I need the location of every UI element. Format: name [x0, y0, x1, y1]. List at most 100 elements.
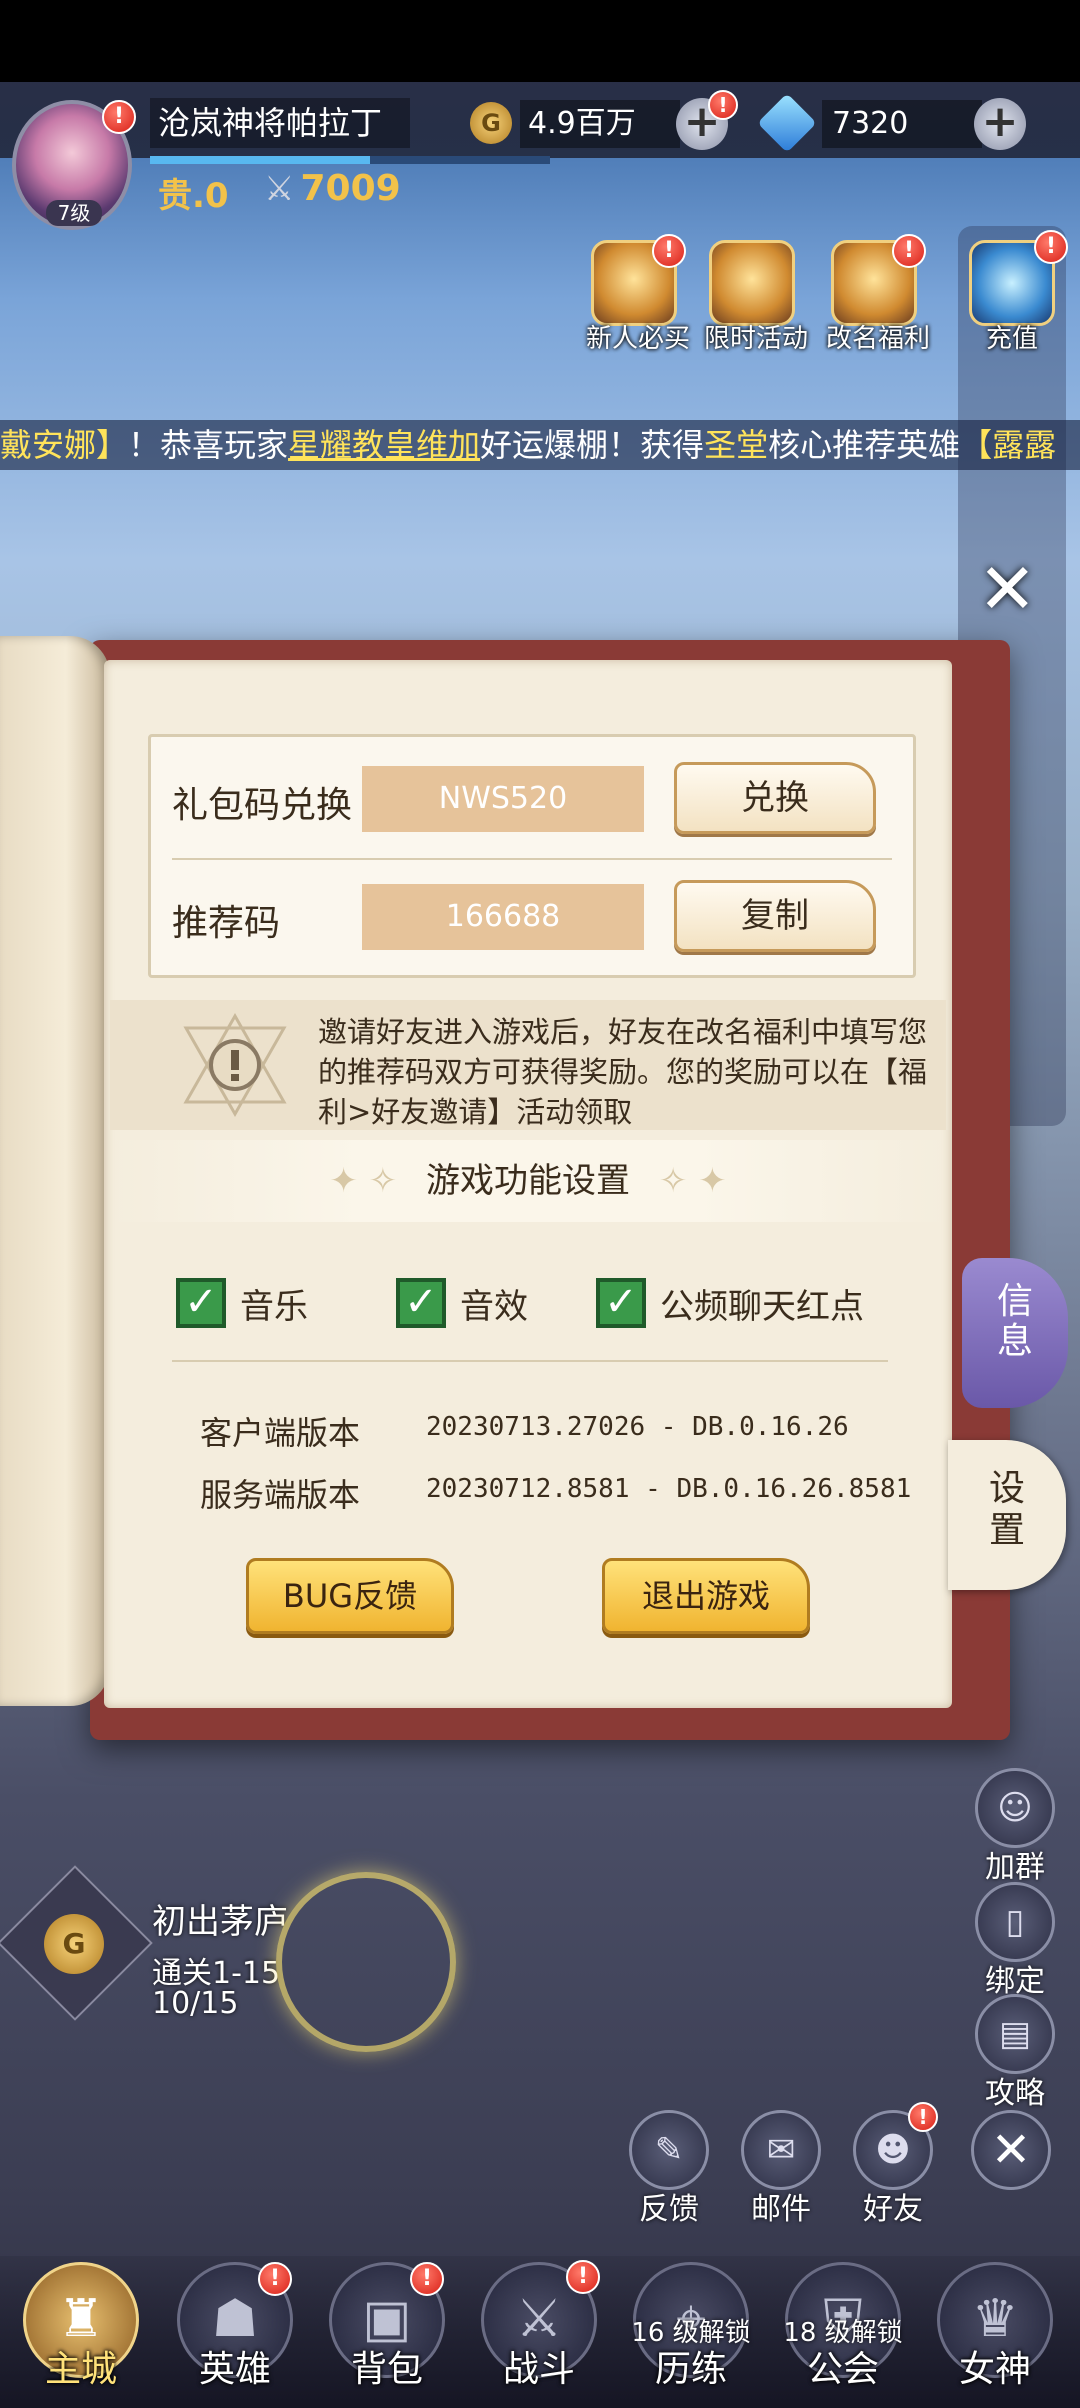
player-avatar[interactable]: 7级 !	[12, 100, 136, 230]
nav-goddess[interactable]: ♛ 女神	[930, 2262, 1060, 2392]
ticker-text: 核心推荐英雄	[768, 426, 961, 464]
nav-label: 战斗	[502, 2349, 575, 2390]
activity-label: 新人必买	[586, 324, 691, 354]
nav-label: 主城	[44, 2349, 117, 2390]
ticker-text: 戴安娜】	[0, 426, 129, 464]
side-button-label: 攻略	[985, 2076, 1045, 2111]
checkmark-icon: ✓	[396, 1278, 446, 1328]
nav-guild[interactable]: ⛨ 公会 18 级解锁	[778, 2262, 908, 2392]
sparkle-icon: ✧ ✦	[658, 1161, 727, 1201]
player-name[interactable]: 沧岚神将帕拉丁	[150, 98, 410, 148]
feedback-icon: ✎	[629, 2110, 709, 2190]
crossed-swords-icon: ⚔	[264, 169, 295, 209]
add-gems-button[interactable]: +	[974, 98, 1026, 150]
clock-icon	[709, 240, 795, 326]
bug-report-button[interactable]: BUG反馈	[246, 1558, 454, 1634]
invite-info-text: 邀请好友进入游戏后，好友在改名福利中填写您的推荐码双方可获得奖励。您的奖励可以在…	[318, 1015, 928, 1129]
gold-coin-icon: G	[470, 102, 512, 144]
activity-label: 充值	[985, 324, 1038, 354]
highlight-ring	[276, 1872, 456, 2052]
combat-power: ⚔ 7009	[264, 168, 401, 209]
chat-group-icon: ☺	[975, 1768, 1055, 1848]
unlock-level-badge: 16 级解锁	[631, 2318, 751, 2348]
sparkle-icon: ✦ ✧	[329, 1161, 398, 1201]
server-version-label: 服务端版本	[200, 1476, 361, 1514]
friends-button[interactable]: ☻ 好友 !	[848, 2102, 938, 2228]
notification-dot-icon: !	[258, 2262, 292, 2296]
exp-progress-bar	[150, 156, 550, 164]
side-button-label: 加群	[985, 1850, 1045, 1885]
combat-power-value: 7009	[300, 168, 401, 209]
activity-limited-event[interactable]: 限时活动	[704, 240, 809, 355]
collapse-menu-button[interactable]: ✕	[966, 2110, 1056, 2190]
close-button[interactable]: ✕	[978, 548, 1037, 630]
quest-progress: 10/15	[152, 1986, 239, 2021]
tab-settings[interactable]: 设置	[948, 1440, 1066, 1590]
game-screen: { "player": {"name": "沧岚神将帕拉丁", "level":…	[0, 0, 1080, 2408]
activity-newbie-shop[interactable]: 新人必买 !	[586, 234, 691, 355]
book-left-page	[0, 636, 110, 1706]
server-version-value: 20230712.8581 - DB.0.16.26.8581	[426, 1474, 912, 1504]
notification-dot-icon: !	[566, 2260, 600, 2294]
tab-label: 设置	[988, 1468, 1025, 1551]
client-version-value: 20230713.27026 - DB.0.16.26	[426, 1412, 849, 1442]
chat-red-dot-checkbox[interactable]: ✓ 公频聊天红点	[596, 1278, 864, 1328]
client-version-label: 客户端版本	[200, 1414, 361, 1452]
nav-training[interactable]: ⌖ 历练 16 级解锁	[626, 2262, 756, 2392]
tab-label: 信息	[996, 1281, 1033, 1362]
utility-label: 反馈	[639, 2192, 699, 2227]
ticker-text: ！恭喜玩家	[128, 426, 289, 464]
checkmark-icon: ✓	[596, 1278, 646, 1328]
join-group-button[interactable]: ☺ 加群	[970, 1768, 1060, 1886]
player-level: 7级	[46, 200, 102, 226]
option-label: 音效	[460, 1286, 528, 1327]
sound-effects-checkbox[interactable]: ✓ 音效	[396, 1278, 528, 1328]
redeem-button[interactable]: 兑换	[674, 762, 876, 834]
gift-code-label: 礼包码兑换	[172, 785, 353, 826]
activity-label: 限时活动	[704, 324, 809, 354]
copy-button[interactable]: 复制	[674, 880, 876, 952]
exit-game-button[interactable]: 退出游戏	[602, 1558, 810, 1634]
notification-dot-icon: !	[410, 2262, 444, 2296]
referral-code-label: 推荐码	[172, 903, 281, 944]
gift-code-input[interactable]: NWS520	[362, 766, 644, 832]
nav-backpack[interactable]: ▣ 背包 !	[322, 2262, 452, 2392]
activity-recharge[interactable]: 充值 !	[964, 230, 1068, 355]
nav-battle[interactable]: ⚔ 战斗 !	[474, 2260, 604, 2392]
quest-title[interactable]: 初出茅庐	[152, 1894, 288, 1943]
phone-icon: ▯	[975, 1882, 1055, 1962]
close-icon: ✕	[971, 2110, 1051, 2190]
music-checkbox[interactable]: ✓ 音乐	[176, 1278, 308, 1328]
ticker-text: 好运爆棚！获得	[480, 426, 705, 464]
referral-code-value: 166688	[362, 884, 644, 950]
nav-heroes[interactable]: ☗ 英雄 !	[170, 2262, 300, 2392]
utility-label: 好友	[863, 2192, 923, 2227]
gem-amount: 7320	[822, 100, 982, 148]
notification-dot-icon: !	[652, 234, 686, 268]
activity-rename-bonus[interactable]: 改名福利 !	[826, 234, 930, 355]
utility-label: 邮件	[751, 2192, 811, 2227]
book-icon: ▤	[975, 1994, 1055, 2074]
ticker-text: 【露露	[960, 426, 1057, 464]
gold-coin-icon: G	[44, 1914, 104, 1974]
nav-main-city[interactable]: ♜ 主城	[16, 2262, 146, 2392]
bind-account-button[interactable]: ▯ 绑定	[970, 1882, 1060, 2000]
guide-button[interactable]: ▤ 攻略	[970, 1994, 1060, 2112]
checkmark-icon: ✓	[176, 1278, 226, 1328]
nav-label: 英雄	[198, 2349, 271, 2390]
broadcast-ticker: 戴安娜】！恭喜玩家星耀教皇维加好运爆棚！获得圣堂核心推荐英雄【露露	[0, 420, 1080, 470]
feedback-button[interactable]: ✎ 反馈	[624, 2110, 714, 2228]
notification-dot-icon: !	[1034, 230, 1068, 264]
settings-title: ✦ ✧ 游戏功能设置 ✧ ✦	[110, 1140, 946, 1222]
ticker-player-link[interactable]: 星耀教皇维加	[288, 426, 480, 464]
notification-dot-icon: !	[708, 90, 738, 120]
notification-dot-icon: !	[102, 100, 136, 134]
ticker-text: 圣堂	[704, 426, 769, 464]
tab-info[interactable]: 信息	[962, 1258, 1068, 1408]
divider	[172, 1360, 888, 1362]
option-label: 音乐	[240, 1286, 308, 1327]
nav-label: 女神	[958, 2349, 1031, 2390]
vip-level[interactable]: 贵.0	[158, 168, 229, 217]
divider	[172, 858, 892, 860]
mail-button[interactable]: ✉ 邮件	[736, 2110, 826, 2228]
